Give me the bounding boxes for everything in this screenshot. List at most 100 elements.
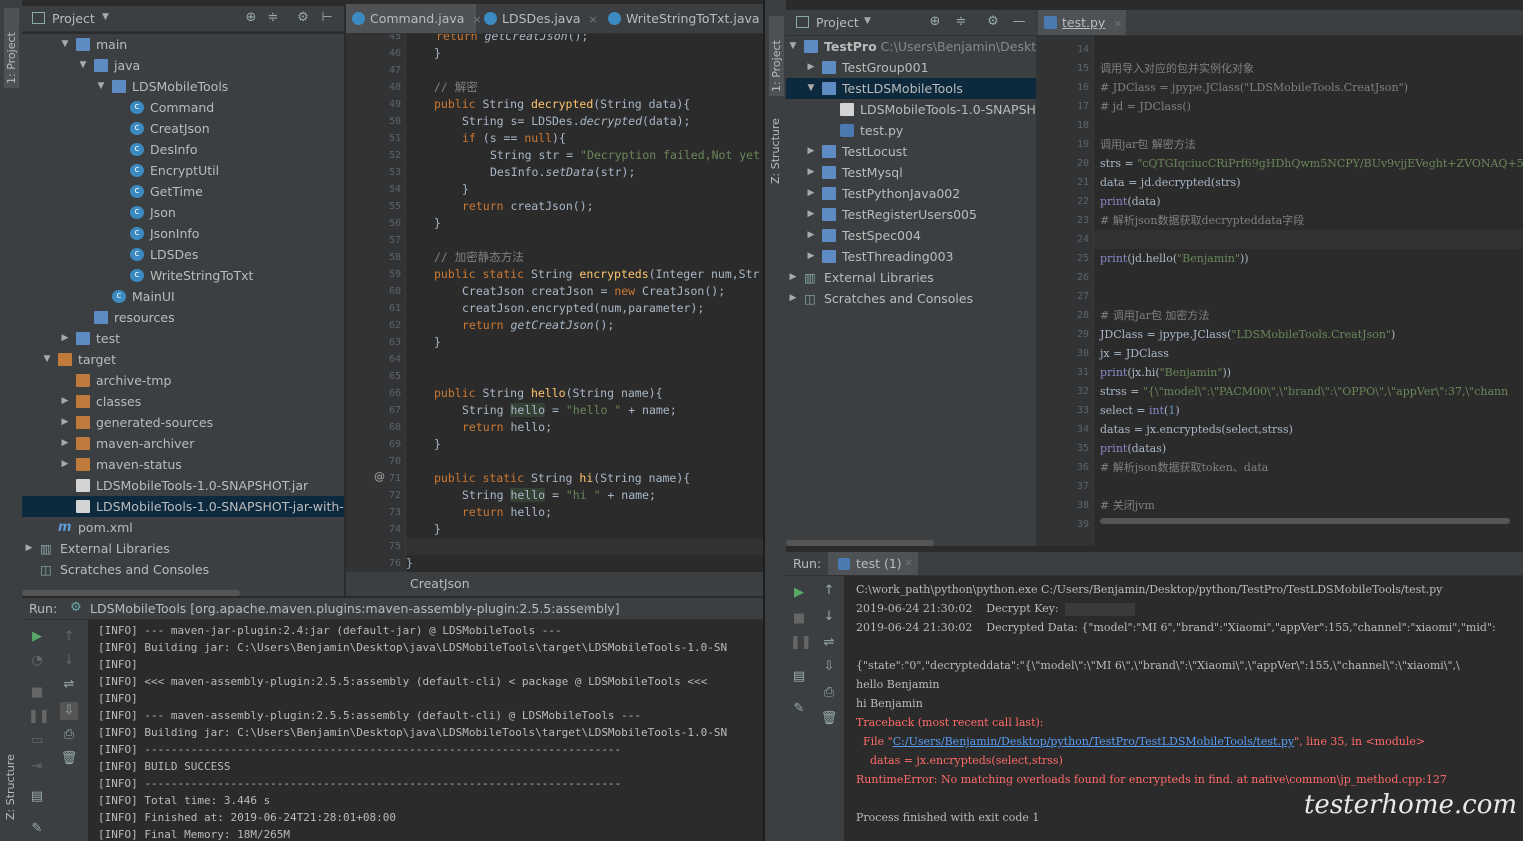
close-icon[interactable]: × bbox=[1113, 17, 1122, 30]
tab-command-java[interactable]: Command.java × bbox=[346, 4, 482, 33]
pin-icon[interactable]: ✎ bbox=[28, 820, 46, 838]
wrap-icon[interactable]: ⇌ bbox=[820, 634, 838, 652]
tree-row[interactable]: LDSMobileTools-1.0-SNAPSHO bbox=[786, 99, 1036, 120]
tree-row[interactable]: ▶ ▥ External Libraries bbox=[22, 538, 344, 559]
override-marker-icon[interactable]: @ bbox=[374, 470, 385, 483]
tree-row[interactable]: ▶ ◫ Scratches and Consoles bbox=[786, 288, 1036, 309]
tree-row[interactable]: c DesInfo bbox=[22, 139, 344, 160]
left-run-console[interactable]: [INFO] --- maven-jar-plugin:2.4:jar (def… bbox=[88, 620, 763, 841]
right-editor-code[interactable]: 调用导入对应的包并实例化对象 # JDClass = jpype.JClass(… bbox=[1094, 36, 1523, 546]
tree-row[interactable]: ▶ generated-sources bbox=[22, 412, 344, 433]
chevron-down-icon[interactable]: ▼ bbox=[864, 16, 871, 26]
locate-icon[interactable]: ⊕ bbox=[242, 9, 260, 27]
tree-row[interactable]: ▶ TestLocust bbox=[786, 141, 1036, 162]
left-tree-scrollbar[interactable] bbox=[22, 590, 240, 596]
left-structure-tool-tab[interactable]: Z: Structure bbox=[4, 730, 17, 820]
tree-row[interactable]: ▶ maven-status bbox=[22, 454, 344, 475]
print-icon[interactable]: ⎙ bbox=[820, 684, 838, 702]
tree-row[interactable]: c JsonInfo bbox=[22, 223, 344, 244]
pause-icon[interactable]: ❚❚ bbox=[28, 708, 50, 726]
tree-row[interactable]: ▶ TestThreading003 bbox=[786, 246, 1036, 267]
chevron-right-icon[interactable]: ▶ bbox=[60, 433, 70, 454]
tree-row[interactable]: c MainUI bbox=[22, 286, 344, 307]
chevron-down-icon[interactable]: ▼ bbox=[42, 349, 52, 370]
wrap-icon[interactable]: ⇌ bbox=[60, 676, 78, 694]
chevron-down-icon[interactable]: ▼ bbox=[102, 12, 109, 22]
chevron-right-icon[interactable]: ▶ bbox=[60, 391, 70, 412]
chevron-right-icon[interactable]: ▶ bbox=[806, 204, 816, 225]
tree-row[interactable]: c GetTime bbox=[22, 181, 344, 202]
chevron-right-icon[interactable]: ▶ bbox=[806, 183, 816, 204]
tree-row[interactable]: c Command bbox=[22, 97, 344, 118]
tree-row[interactable]: ▶ TestGroup001 bbox=[786, 57, 1036, 78]
minimize-icon[interactable]: — bbox=[1010, 13, 1028, 31]
layout-icon[interactable]: ▤ bbox=[28, 788, 46, 806]
tree-row[interactable]: ▶ maven-archiver bbox=[22, 433, 344, 454]
tree-row[interactable]: c WriteStringToTxt bbox=[22, 265, 344, 286]
run-config-label[interactable]: LDSMobileTools [org.apache.maven.plugins… bbox=[90, 601, 620, 616]
pin-icon[interactable]: ✎ bbox=[790, 700, 808, 718]
tree-row[interactable]: ▼ main bbox=[22, 34, 344, 55]
tree-row[interactable]: ▼ java bbox=[22, 55, 344, 76]
chevron-down-icon[interactable]: ▼ bbox=[60, 34, 70, 55]
trash-icon[interactable]: 🗑 bbox=[820, 710, 838, 728]
gear-icon[interactable]: ⚙ bbox=[984, 13, 1002, 31]
chevron-right-icon[interactable]: ▶ bbox=[806, 141, 816, 162]
tree-row[interactable]: ▶ TestMysql bbox=[786, 162, 1036, 183]
print-icon[interactable]: ⎙ bbox=[60, 726, 78, 744]
tree-row[interactable]: c EncryptUtil bbox=[22, 160, 344, 181]
tree-row[interactable]: c CreatJson bbox=[22, 118, 344, 139]
chevron-right-icon[interactable]: ▶ bbox=[806, 57, 816, 78]
tab-writestringtotxt-java[interactable]: WriteStringToTxt.java× bbox=[602, 4, 763, 33]
tree-row[interactable]: c Json bbox=[22, 202, 344, 223]
down-arrow-icon[interactable]: ↓ bbox=[60, 652, 78, 670]
locate-icon[interactable]: ⊕ bbox=[926, 13, 944, 31]
left-project-label[interactable]: Project bbox=[52, 11, 95, 26]
hide-icon[interactable]: ⊢ bbox=[318, 9, 336, 27]
right-run-console[interactable]: C:\work_path\python\python.exe C:/Users/… bbox=[844, 576, 1523, 841]
run-tab-test[interactable]: test (1) × bbox=[828, 552, 918, 575]
scroll-end-icon[interactable]: ⇩ bbox=[60, 702, 78, 720]
down-arrow-icon[interactable]: ↓ bbox=[820, 608, 838, 626]
chevron-right-icon[interactable]: ▶ bbox=[806, 162, 816, 183]
tree-row[interactable]: ▼ LDSMobileTools bbox=[22, 76, 344, 97]
trash-icon[interactable]: 🗑 bbox=[60, 750, 78, 768]
chevron-right-icon[interactable]: ▶ bbox=[60, 412, 70, 433]
collapse-icon[interactable]: ≑ bbox=[952, 13, 970, 31]
stop-icon[interactable]: ■ bbox=[28, 684, 46, 702]
rerun-icon[interactable]: ▶ bbox=[28, 628, 46, 646]
tree-row[interactable]: ▶ TestPythonJava002 bbox=[786, 183, 1036, 204]
right-project-tool-tab[interactable]: 1: Project bbox=[769, 16, 784, 96]
exit-icon[interactable]: ⇥ bbox=[28, 758, 46, 776]
close-icon[interactable]: × bbox=[589, 13, 598, 26]
collapse-icon[interactable]: ≑ bbox=[264, 9, 282, 27]
tree-row[interactable]: ▶ TestRegisterUsers005 bbox=[786, 204, 1036, 225]
chevron-right-icon[interactable]: ▶ bbox=[24, 538, 34, 559]
chevron-right-icon[interactable]: ▶ bbox=[788, 267, 798, 288]
left-editor-code[interactable]: return getCreatJson(); } // 解密 public St… bbox=[406, 34, 763, 572]
chevron-right-icon[interactable]: ▶ bbox=[806, 246, 816, 267]
stop-icon[interactable]: ■ bbox=[790, 610, 808, 628]
tree-row[interactable]: ▶ test bbox=[22, 328, 344, 349]
tree-row[interactable]: test.py bbox=[786, 120, 1036, 141]
breadcrumb[interactable]: CreatJson bbox=[410, 576, 470, 591]
scroll-end-icon[interactable]: ⇩ bbox=[820, 658, 838, 676]
up-arrow-icon[interactable]: ↑ bbox=[60, 628, 78, 646]
tab-ldsdes-java[interactable]: LDSDes.java × bbox=[478, 4, 598, 33]
tree-row[interactable]: ▶ ▥ External Libraries bbox=[786, 267, 1036, 288]
chevron-down-icon[interactable]: ▼ bbox=[78, 55, 88, 76]
close-icon[interactable]: × bbox=[904, 556, 913, 569]
gear-icon[interactable]: ⚙ bbox=[294, 9, 312, 27]
settings-icon[interactable]: ◔ bbox=[28, 652, 46, 670]
up-arrow-icon[interactable]: ↑ bbox=[820, 582, 838, 600]
right-project-label[interactable]: Project bbox=[816, 15, 859, 30]
chevron-right-icon[interactable]: ▶ bbox=[60, 454, 70, 475]
tree-row[interactable]: LDSMobileTools-1.0-SNAPSHOT.jar bbox=[22, 475, 344, 496]
pause-icon[interactable]: ❚❚ bbox=[790, 634, 812, 652]
editor-hscrollbar[interactable] bbox=[1100, 518, 1510, 524]
tab-test-py[interactable]: test.py × bbox=[1038, 10, 1126, 35]
tree-row[interactable]: ◫ Scratches and Consoles bbox=[22, 559, 344, 580]
dump-icon[interactable]: ▭ bbox=[28, 732, 46, 750]
chevron-down-icon[interactable]: ▼ bbox=[96, 76, 106, 97]
right-structure-tool-tab[interactable]: Z: Structure bbox=[769, 104, 782, 184]
